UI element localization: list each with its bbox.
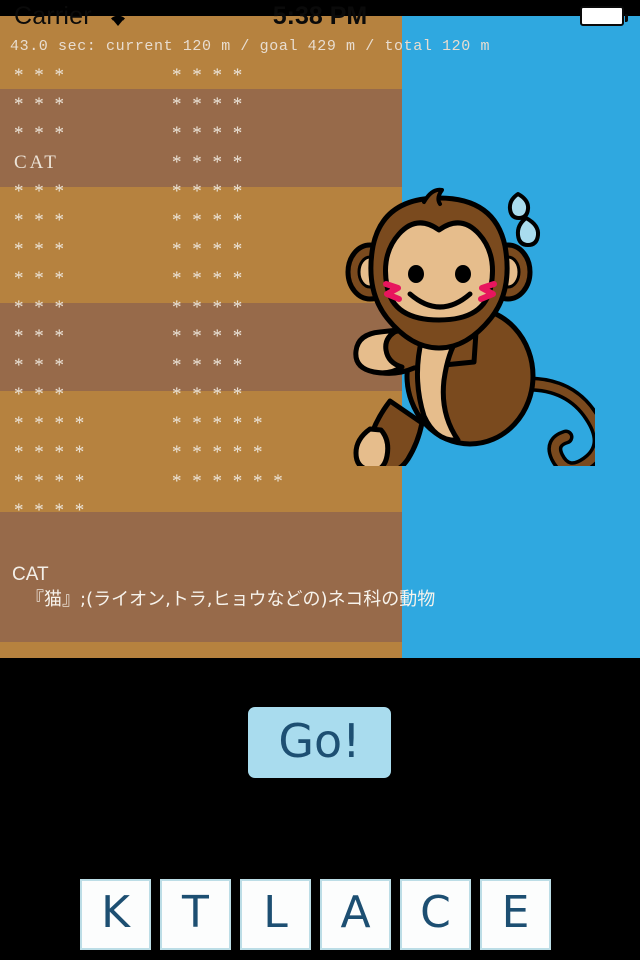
word-cell-left: CAT <box>14 152 59 173</box>
playfield: 43.0 sec: current 120 m / goal 429 m / t… <box>0 16 640 658</box>
definition-panel: CAT 『猫』;(ライオン,トラ,ヒョウなどの)ネコ科の動物 <box>12 564 435 612</box>
word-cell-right: * * * * <box>172 123 246 144</box>
word-cell-left: * * * <box>14 65 67 86</box>
letter-tile[interactable]: E <box>480 879 551 950</box>
word-cell-right: * * * * * <box>172 413 266 434</box>
game-screen: 43.0 sec: current 120 m / goal 429 m / t… <box>0 0 640 960</box>
word-row: * * * * <box>0 496 402 525</box>
word-cell-left: * * * <box>14 384 67 405</box>
word-cell-right: * * * * <box>172 297 246 318</box>
word-cell-right: * * * * * <box>172 442 266 463</box>
word-cell-right: * * * * * * <box>172 471 286 492</box>
word-cell-left: * * * <box>14 123 67 144</box>
word-row: * * * * * * * * * * <box>0 467 402 496</box>
word-cell-left: * * * * <box>14 413 88 434</box>
word-cell-right: * * * * <box>172 94 246 115</box>
word-cell-right: * * * * <box>172 65 246 86</box>
word-cell-left: * * * <box>14 181 67 202</box>
word-row: * * * * * * * <box>0 61 402 90</box>
definition-word: CAT <box>12 564 49 585</box>
word-cell-left: * * * * <box>14 442 88 463</box>
letter-tile-label: T <box>182 886 209 938</box>
word-cell-right: * * * * <box>172 181 246 202</box>
word-cell-left: * * * <box>14 210 67 231</box>
word-cell-right: * * * * <box>172 384 246 405</box>
letter-tile-rack: KT LACE <box>80 879 562 950</box>
sweat-drops-icon <box>507 192 541 247</box>
letter-tile-label: L <box>263 886 288 938</box>
word-cell-right: * * * * <box>172 268 246 289</box>
go-button[interactable]: Go! <box>248 707 391 778</box>
letter-tile-label: C <box>420 886 451 938</box>
word-cell-left: * * * * <box>14 471 88 492</box>
word-row: CAT * * * * <box>0 148 402 177</box>
word-cell-left: * * * <box>14 239 67 260</box>
word-cell-left: * * * <box>14 94 67 115</box>
monkey-character <box>330 186 608 477</box>
word-row: * * * * * * * <box>0 119 402 148</box>
word-cell-right: * * * * <box>172 326 246 347</box>
letter-tile[interactable]: L <box>240 879 311 950</box>
letter-tile[interactable]: T <box>160 879 231 950</box>
word-cell-left: * * * <box>14 355 67 376</box>
word-row: * * * * * * * <box>0 90 402 119</box>
letter-tile-label: A <box>340 886 371 938</box>
word-cell-left: * * * <box>14 297 67 318</box>
word-cell-left: * * * * <box>14 500 88 521</box>
letter-tile[interactable]: K <box>80 879 151 950</box>
word-cell-right: * * * * <box>172 239 246 260</box>
go-button-label: Go! <box>278 713 361 768</box>
letter-tile-label: K <box>101 886 130 938</box>
word-cell-left: * * * <box>14 326 67 347</box>
word-cell-right: * * * * <box>172 355 246 376</box>
definition-text: 『猫』;(ライオン,トラ,ヒョウなどの)ネコ科の動物 <box>26 589 436 610</box>
word-cell-left: * * * <box>14 268 67 289</box>
stats-line: 43.0 sec: current 120 m / goal 429 m / t… <box>10 38 491 55</box>
letter-tile[interactable]: A <box>320 879 391 950</box>
letter-tile-label: E <box>501 886 530 938</box>
word-cell-right: * * * * <box>172 152 246 173</box>
letter-tile[interactable]: C <box>400 879 471 950</box>
word-cell-right: * * * * <box>172 210 246 231</box>
